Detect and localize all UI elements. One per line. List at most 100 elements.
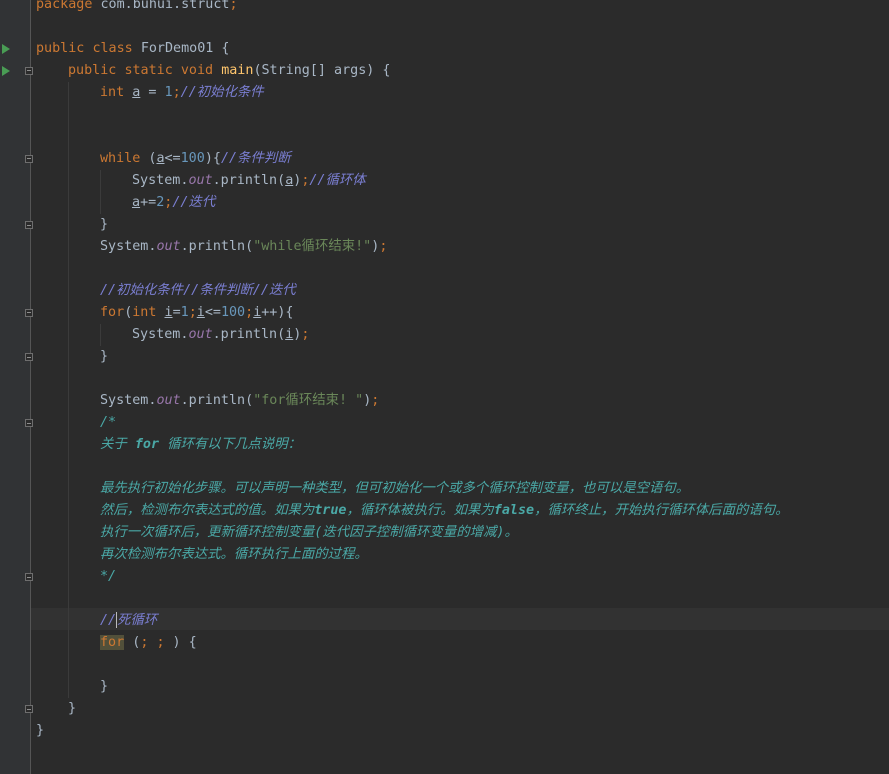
code-token: } (100, 217, 109, 232)
fold-open-icon[interactable] (25, 67, 33, 75)
code-token: ; (245, 305, 254, 320)
code-token: out (156, 393, 181, 408)
code-line[interactable]: System.out.println(i); (132, 324, 309, 346)
code-line[interactable]: } (100, 214, 108, 236)
code-token: System. (100, 239, 157, 254)
code-token: <= (204, 305, 221, 320)
code-token: = (140, 85, 165, 100)
fold-open-icon[interactable] (25, 155, 33, 163)
code-line[interactable]: 关于 for 循环有以下几点说明： (100, 434, 301, 456)
code-line[interactable]: } (36, 720, 44, 742)
code-token: out (188, 327, 213, 342)
code-line[interactable]: 执行一次循环后，更新循环控制变量(迭代因子控制循环变量的增减)。 (100, 522, 518, 544)
code-token: package (36, 0, 101, 12)
code-token: .println( (212, 327, 286, 342)
editor-gutter[interactable] (0, 0, 31, 774)
code-token: main (221, 63, 254, 78)
code-token: void (180, 63, 222, 78)
fold-close-icon[interactable] (25, 353, 33, 361)
code-line[interactable]: //初始化条件//条件判断//迭代 (100, 280, 296, 302)
code-token: ; (301, 327, 310, 342)
code-token: <= (164, 151, 181, 166)
code-token: out (188, 173, 213, 188)
indent-guide (68, 82, 69, 698)
code-line[interactable]: } (68, 698, 76, 720)
run-gutter-icon[interactable] (2, 44, 10, 54)
code-token: ，循环终止，开始执行循环体后面的语句。 (534, 503, 789, 518)
code-token: } (100, 679, 109, 694)
code-token: 100 (220, 305, 246, 320)
code-token: a (132, 195, 141, 210)
code-token: .println( (180, 239, 254, 254)
code-line[interactable]: */ (100, 566, 116, 588)
code-line[interactable]: int a = 1;//初始化条件 (100, 82, 264, 104)
code-line[interactable]: a+=2;//迭代 (132, 192, 215, 214)
fold-close-icon[interactable] (25, 705, 33, 713)
code-token: ; (229, 0, 238, 12)
code-line[interactable]: } (100, 346, 108, 368)
code-line[interactable]: System.out.println("for循环结束! "); (100, 390, 379, 412)
code-token: // (100, 613, 117, 628)
code-token: 然后，检测布尔表达式的值。如果为 (100, 503, 315, 518)
code-token: 100 (180, 151, 205, 166)
code-token: true (314, 503, 347, 518)
code-token: int (132, 305, 165, 320)
code-token: .println( (180, 393, 254, 408)
indent-guide (100, 324, 101, 346)
current-line-highlight (31, 608, 889, 630)
code-line[interactable]: 最先执行初始化步骤。可以声明一种类型，但可初始化一个或多个循环控制变量，也可以是… (100, 478, 689, 500)
code-token: System. (132, 173, 189, 188)
code-line[interactable]: System.out.println("while循环结束!"); (100, 236, 387, 258)
code-editor[interactable]: package com.buhui.struct; public class Fo… (0, 0, 889, 774)
code-token: .println( (212, 173, 286, 188)
code-token: com.buhui.struct (100, 0, 230, 12)
code-token: ForDemo01 { (140, 41, 230, 56)
code-token: 再次检测布尔表达式。循环执行上面的过程。 (100, 547, 368, 562)
code-token: } (100, 349, 109, 364)
code-line[interactable]: package com.buhui.struct; (36, 0, 238, 16)
code-line[interactable]: /* (100, 412, 116, 434)
code-token: /* (100, 415, 117, 430)
code-line[interactable]: public static void main(String[] args) { (68, 60, 391, 82)
code-token: = (172, 305, 181, 320)
code-line[interactable]: } (100, 676, 108, 698)
code-token: static (124, 63, 181, 78)
code-line[interactable]: System.out.println(a);//循环体 (132, 170, 366, 192)
code-token: ( (124, 635, 141, 650)
code-line[interactable]: for(int i=1;i<=100;i++){ (100, 302, 294, 324)
code-token: 1 (180, 305, 189, 320)
code-token: int (100, 85, 133, 100)
indent-guide (100, 170, 101, 214)
code-token: System. (100, 393, 157, 408)
code-token: i (196, 305, 205, 320)
fold-open-icon[interactable] (25, 309, 33, 317)
code-token: for (100, 305, 125, 320)
code-token: ; (188, 305, 197, 320)
code-token: } (36, 723, 45, 738)
code-token: //条件判断 (220, 151, 291, 166)
code-token: ) { (164, 635, 197, 650)
code-token: false (493, 503, 535, 518)
code-token: public (68, 63, 125, 78)
run-gutter-icon[interactable] (2, 66, 10, 76)
code-token: ; (379, 239, 388, 254)
code-line[interactable]: public class ForDemo01 { (36, 38, 230, 60)
code-token: 循环有以下几点说明： (159, 437, 301, 452)
code-line[interactable]: for (; ; ) { (100, 632, 197, 654)
code-line[interactable]: //死循环 (100, 610, 157, 632)
code-line[interactable]: 然后，检测布尔表达式的值。如果为true，循环体被执行。如果为false，循环终… (100, 500, 789, 522)
fold-close-icon[interactable] (25, 419, 33, 427)
code-line[interactable]: while (a<=100){//条件判断 (100, 148, 291, 170)
code-token: for (100, 635, 125, 650)
code-token: 最先执行初始化步骤。可以声明一种类型，但可初始化一个或多个循环控制变量，也可以是… (100, 481, 690, 496)
fold-close-icon[interactable] (25, 573, 33, 581)
code-token: ; (371, 393, 380, 408)
code-token: System. (132, 327, 189, 342)
code-token: while (100, 151, 149, 166)
fold-close-icon[interactable] (25, 221, 33, 229)
code-token: //初始化条件 (180, 85, 264, 100)
code-token: (String[] args) { (253, 63, 391, 78)
code-line[interactable]: 再次检测布尔表达式。循环执行上面的过程。 (100, 544, 368, 566)
code-token: ++){ (261, 305, 294, 320)
code-token: ; (172, 85, 181, 100)
